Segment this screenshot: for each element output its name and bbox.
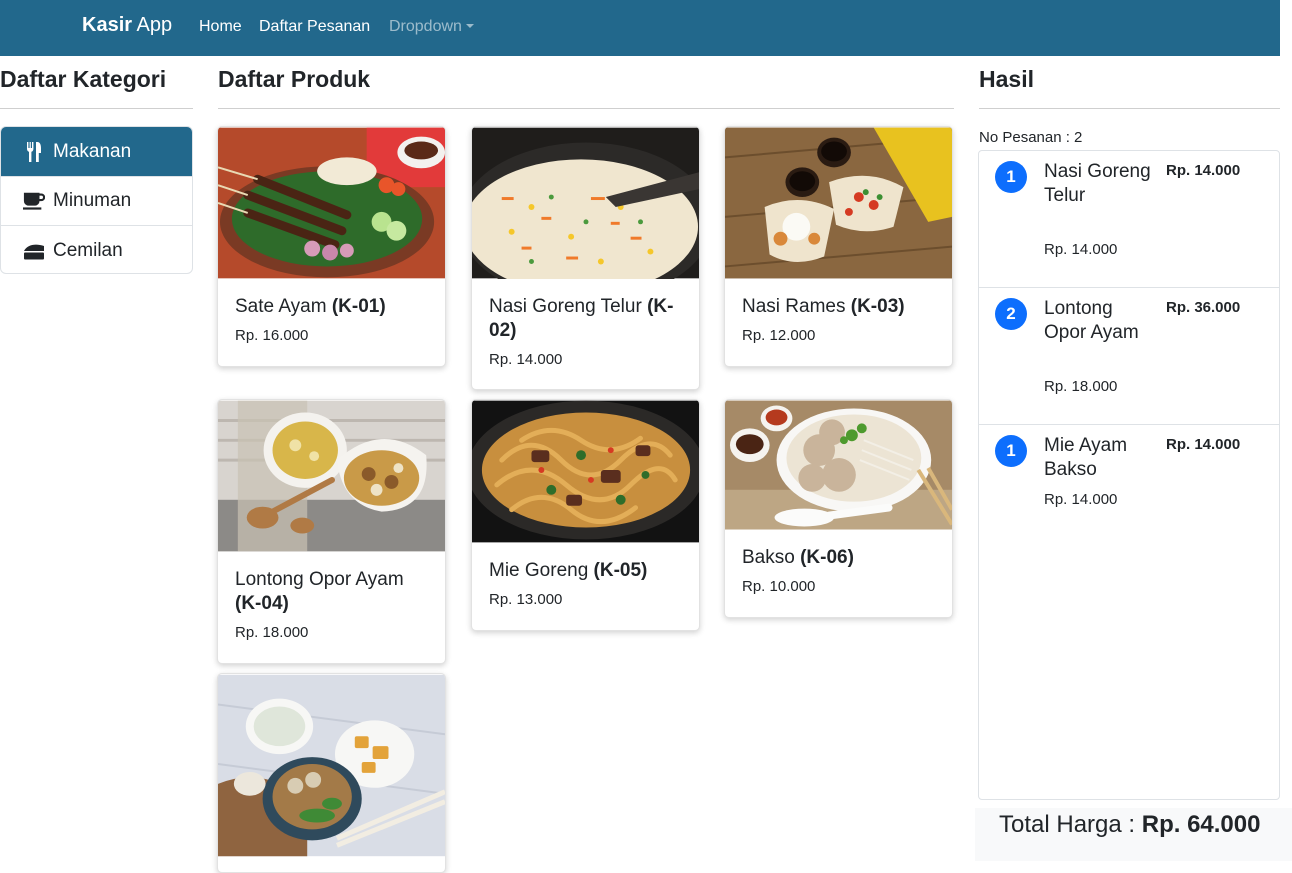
navbar: Kasir App Home Daftar Pesanan Dropdown [0,0,1280,56]
product-card[interactable] [217,673,446,873]
cheese-icon [23,241,45,261]
mie-ayam-bakso-image [218,674,445,857]
order-item-name: Nasi Goreng Telur [1044,161,1151,206]
category-list: Makanan Minuman Cemilan [0,126,193,274]
product-title: Nasi Goreng Telur (K-02) [489,296,674,341]
order-item-unit-price: Rp. 18.000 [1044,378,1118,395]
order-item-subtotal: Rp. 36.000 [1166,299,1241,316]
divider [218,108,954,109]
product-title: Mie Goreng (K-05) [489,560,648,581]
product-title: Bakso (K-06) [742,547,854,568]
product-price: Rp. 14.000 [489,351,563,368]
quantity-badge: 1 [995,435,1027,467]
order-number: No Pesanan : 2 [979,129,1083,146]
total-price: Total Harga : Rp. 64.000 [975,808,1292,861]
product-title: Nasi Rames (K-03) [742,296,905,317]
order-item[interactable]: 1 Mie Ayam Bakso Rp. 14.000 Rp. 14.000 [979,425,1279,538]
product-title: Sate Ayam (K-01) [235,296,386,317]
product-price: Rp. 12.000 [742,327,816,344]
product-card[interactable]: Lontong Opor Ayam (K-04) Rp. 18.000 [217,399,446,664]
order-item-subtotal: Rp. 14.000 [1166,162,1241,179]
brand[interactable]: Kasir App [82,14,172,37]
nasi-goreng-telur-image [472,127,699,279]
nav-home-link[interactable]: Home [199,18,242,36]
divider [0,108,193,109]
caret-down-icon [465,24,474,28]
product-price: Rp. 18.000 [235,624,309,641]
order-item-name: Lontong Opor Ayam [1044,298,1139,343]
product-card[interactable]: Sate Ayam (K-01) Rp. 16.000 [217,126,446,367]
mie-goreng-image [472,400,699,543]
utensils-icon [23,141,45,162]
category-item-cemilan[interactable]: Cemilan [1,226,192,273]
coffee-icon [23,191,45,211]
order-item-unit-price: Rp. 14.000 [1044,241,1118,258]
category-label: Cemilan [53,239,123,261]
product-card[interactable]: Mie Goreng (K-05) Rp. 13.000 [471,399,700,631]
nav-dropdown-toggle[interactable]: Dropdown [389,18,474,36]
product-card[interactable]: Nasi Goreng Telur (K-02) Rp. 14.000 [471,126,700,390]
order-item[interactable]: 1 Nasi Goreng Telur Rp. 14.000 Rp. 14.00… [979,151,1279,288]
result-heading: Hasil [979,66,1034,92]
categories-heading: Daftar Kategori [0,66,167,92]
order-item-unit-price: Rp. 14.000 [1044,491,1118,508]
order-item[interactable]: 2 Lontong Opor Ayam Rp. 18.000 Rp. 36.00… [979,288,1279,425]
category-label: Minuman [53,190,132,211]
product-title: Lontong Opor Ayam (K-04) [235,569,404,614]
product-price: Rp. 13.000 [489,591,563,608]
order-list: 1 Nasi Goreng Telur Rp. 14.000 Rp. 14.00… [978,150,1280,800]
lontong-opor-ayam-image [218,400,445,552]
quantity-badge: 1 [995,161,1027,193]
category-item-minuman[interactable]: Minuman [1,177,192,226]
order-item-name: Mie Ayam Bakso [1044,435,1128,480]
product-card[interactable]: Nasi Rames (K-03) Rp. 12.000 [724,126,953,367]
sate-ayam-image [218,127,445,279]
product-card[interactable]: Bakso (K-06) Rp. 10.000 [724,399,953,618]
bakso-image [725,400,952,530]
nav-orders-link[interactable]: Daftar Pesanan [259,18,370,36]
category-item-makanan[interactable]: Makanan [1,127,192,177]
order-item-subtotal: Rp. 14.000 [1166,436,1241,453]
products-heading: Daftar Produk [218,66,371,92]
product-price: Rp. 10.000 [742,578,816,595]
product-price: Rp. 16.000 [235,327,309,344]
quantity-badge: 2 [995,298,1027,330]
category-label: Makanan [53,140,132,162]
divider [979,108,1280,109]
nasi-rames-image [725,127,952,279]
